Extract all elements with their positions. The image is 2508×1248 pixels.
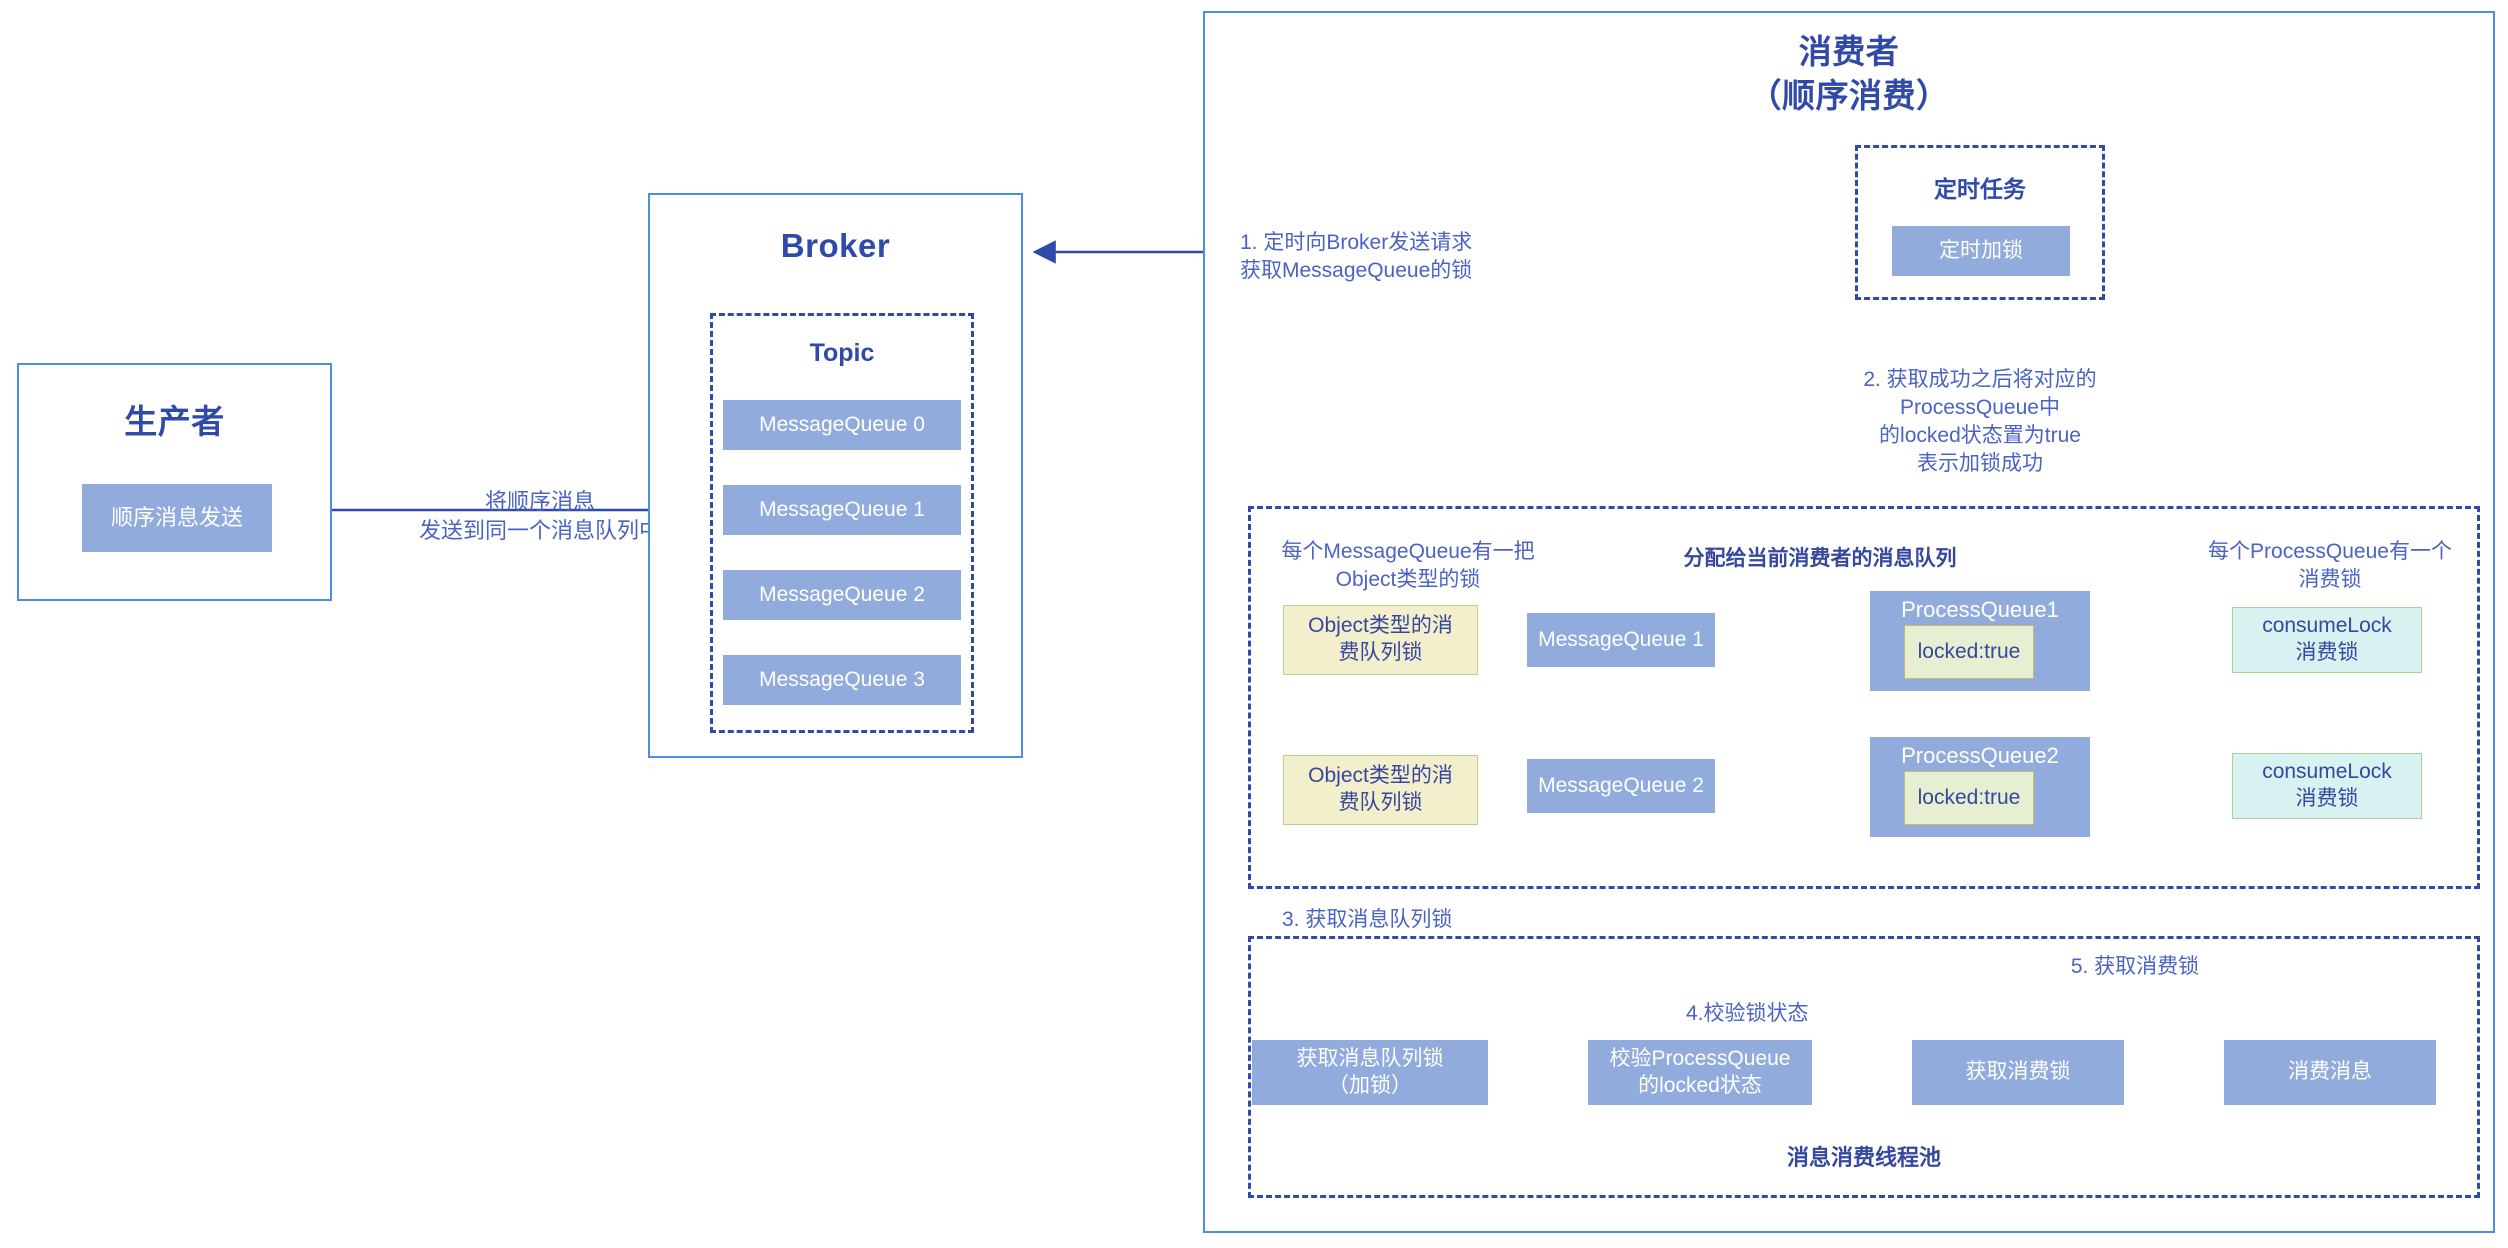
consume-lock-2[interactable]: consumeLock 消费锁 [2232, 753, 2422, 819]
object-lock-box-2[interactable]: Object类型的消 费队列锁 [1283, 755, 1478, 825]
edge-label-step2: 2. 获取成功之后将对应的 ProcessQueue中 的locked状态置为t… [1863, 368, 2097, 476]
caption-object-lock: 每个MessageQueue有一把 Object类型的锁 [1281, 540, 1535, 592]
caption-assigned-queue: 分配给当前消费者的消息队列 [1683, 547, 1957, 570]
thread-pool-step-3[interactable]: 获取消费锁 [1912, 1040, 2124, 1105]
consumer-title-line2: （顺序消费） [1748, 77, 1950, 115]
edge-label-step1: 1. 定时向Broker发送请求 获取MessageQueue的锁 [1240, 231, 1473, 283]
process-queue-2-title: ProcessQueue2 [1901, 743, 2059, 768]
message-queue-2[interactable]: MessageQueue 2 [723, 570, 961, 620]
thread-pool-step-4[interactable]: 消费消息 [2224, 1040, 2436, 1105]
scheduled-lock-button[interactable]: 定时加锁 [1892, 226, 2070, 276]
thread-pool-caption: 消息消费线程池 [1786, 1145, 1941, 1170]
assigned-message-queue-1[interactable]: MessageQueue 1 [1527, 613, 1715, 667]
message-queue-3[interactable]: MessageQueue 3 [723, 655, 961, 705]
thread-pool-step-1[interactable]: 获取消息队列锁 （加锁） [1252, 1040, 1488, 1105]
thread-pool-step-2[interactable]: 校验ProcessQueue 的locked状态 [1588, 1040, 1812, 1105]
consumer-title: 消费者 （顺序消费） [1203, 30, 2495, 118]
broker-title: Broker [780, 227, 891, 264]
caption-consume-lock: 每个ProcessQueue有一个 消费锁 [2208, 540, 2452, 592]
assigned-message-queue-2[interactable]: MessageQueue 2 [1527, 759, 1715, 813]
producer-container [17, 363, 332, 601]
consumer-title-line1: 消费者 [1798, 33, 1900, 70]
process-queue-1-title: ProcessQueue1 [1901, 597, 2059, 622]
consume-lock-1[interactable]: consumeLock 消费锁 [2232, 607, 2422, 673]
scheduled-task-title: 定时任务 [1934, 176, 2026, 202]
producer-send-button[interactable]: 顺序消息发送 [82, 484, 272, 552]
scheduled-task-container [1855, 145, 2105, 300]
producer-title: 生产者 [124, 403, 225, 440]
message-queue-0[interactable]: MessageQueue 0 [723, 400, 961, 450]
object-lock-box-1[interactable]: Object类型的消 费队列锁 [1283, 605, 1478, 675]
diagram-canvas: 生产者 顺序消息发送 将顺序消息 发送到同一个消息队列中 Broker Topi… [0, 0, 2508, 1248]
locked-state-2: locked:true [1904, 771, 2034, 825]
edge-label-step3: 3. 获取消息队列锁 [1282, 908, 1453, 931]
topic-title: Topic [809, 339, 875, 367]
message-queue-1[interactable]: MessageQueue 1 [723, 485, 961, 535]
locked-state-1: locked:true [1904, 625, 2034, 679]
